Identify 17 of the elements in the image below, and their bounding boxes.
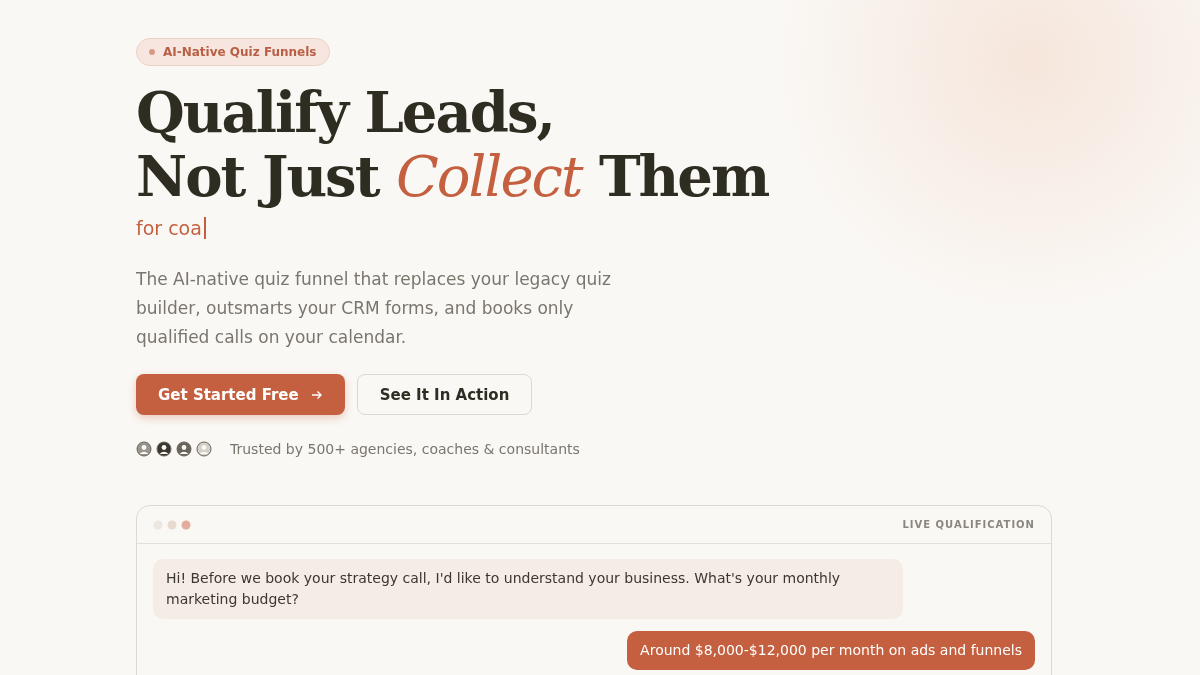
avatar-icon — [136, 441, 152, 457]
description: The AI-native quiz funnel that replaces your legacy quiz builder, outsmarts your CRM forms, and books only qualified calls on your calendar. — [136, 268, 612, 349]
user-message: Around $8,000-$12,000 per month on ads and funnels — [627, 631, 1035, 670]
get-started-button[interactable]: Get Started Free — [136, 374, 345, 415]
avatar-icon — [156, 441, 172, 457]
chat-title: LIVE QUALIFICATION — [902, 519, 1035, 530]
window-dots-icon — [153, 519, 193, 530]
arrow-right-icon — [310, 388, 323, 401]
avatar-icon — [196, 441, 212, 457]
trust-text: Trusted by 500+ agencies, coaches & consultants — [230, 441, 580, 457]
typing-text: for coa — [136, 217, 202, 239]
text-cursor — [203, 217, 206, 239]
headline: Qualify Leads, Not Just Collect Them — [136, 80, 770, 209]
feature-badge: AI-Native Quiz Funnels — [136, 38, 330, 66]
avatar-icon — [176, 441, 192, 457]
bot-message: Hi! Before we book your strategy call, I'd like to understand your business. What's your monthly marketing budget? — [153, 559, 903, 619]
demo-button[interactable]: See It In Action — [356, 374, 533, 415]
